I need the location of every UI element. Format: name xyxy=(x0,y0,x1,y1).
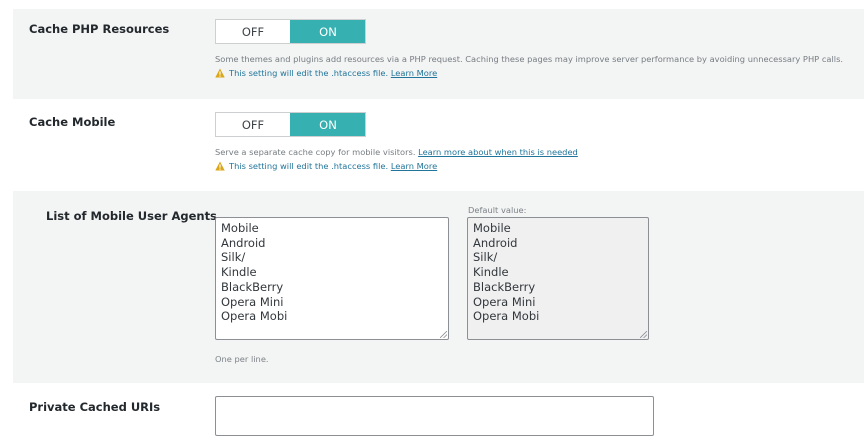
private-uris-textarea[interactable] xyxy=(215,396,654,436)
cache-php-learn-more-link[interactable]: Learn More xyxy=(391,68,437,78)
cache-php-off-option[interactable]: OFF xyxy=(216,20,290,43)
cache-mobile-toggle[interactable]: OFF ON xyxy=(215,112,366,137)
cache-mobile-description-text: Serve a separate cache copy for mobile v… xyxy=(215,147,416,157)
default-agents-textarea: Mobile Android Silk/ Kindle BlackBerry O… xyxy=(467,217,649,340)
one-per-line-hint: One per line. xyxy=(215,354,269,364)
warning-icon xyxy=(215,161,225,171)
default-value-caption: Default value: xyxy=(468,205,527,215)
setting-row-mobile-user-agents: List of Mobile User Agents Mobile Androi… xyxy=(13,191,864,383)
cache-mobile-off-option[interactable]: OFF xyxy=(216,113,290,136)
resize-handle-icon[interactable] xyxy=(440,331,447,338)
setting-row-cache-php: Cache PHP Resources OFF ON Some themes a… xyxy=(13,9,864,99)
cache-mobile-on-option[interactable]: ON xyxy=(290,113,365,136)
cache-php-warning: This setting will edit the .htaccess fil… xyxy=(215,68,437,78)
resize-handle-icon xyxy=(640,331,647,338)
warning-icon xyxy=(215,68,225,78)
setting-row-private-uris: Private Cached URIs xyxy=(13,383,864,436)
mobile-agents-label: List of Mobile User Agents xyxy=(46,209,217,223)
cache-mobile-learn-more-link[interactable]: Learn More xyxy=(391,161,437,171)
cache-php-toggle[interactable]: OFF ON xyxy=(215,19,366,44)
cache-mobile-warning: This setting will edit the .htaccess fil… xyxy=(215,161,437,171)
cache-php-description: Some themes and plugins add resources vi… xyxy=(215,54,844,64)
cache-mobile-label: Cache Mobile xyxy=(29,115,116,129)
private-uris-label: Private Cached URIs xyxy=(29,400,161,414)
cache-php-warning-text: This setting will edit the .htaccess fil… xyxy=(229,68,389,78)
cache-mobile-warning-text: This setting will edit the .htaccess fil… xyxy=(229,161,389,171)
cache-mobile-description: Serve a separate cache copy for mobile v… xyxy=(215,147,578,157)
cache-php-on-option[interactable]: ON xyxy=(290,20,365,43)
cache-php-label: Cache PHP Resources xyxy=(29,22,170,36)
cache-mobile-learn-more-when-link[interactable]: Learn more about when this is needed xyxy=(418,147,578,157)
setting-row-cache-mobile: Cache Mobile OFF ON Serve a separate cac… xyxy=(13,99,864,191)
mobile-agents-textarea[interactable]: Mobile Android Silk/ Kindle BlackBerry O… xyxy=(215,217,449,340)
